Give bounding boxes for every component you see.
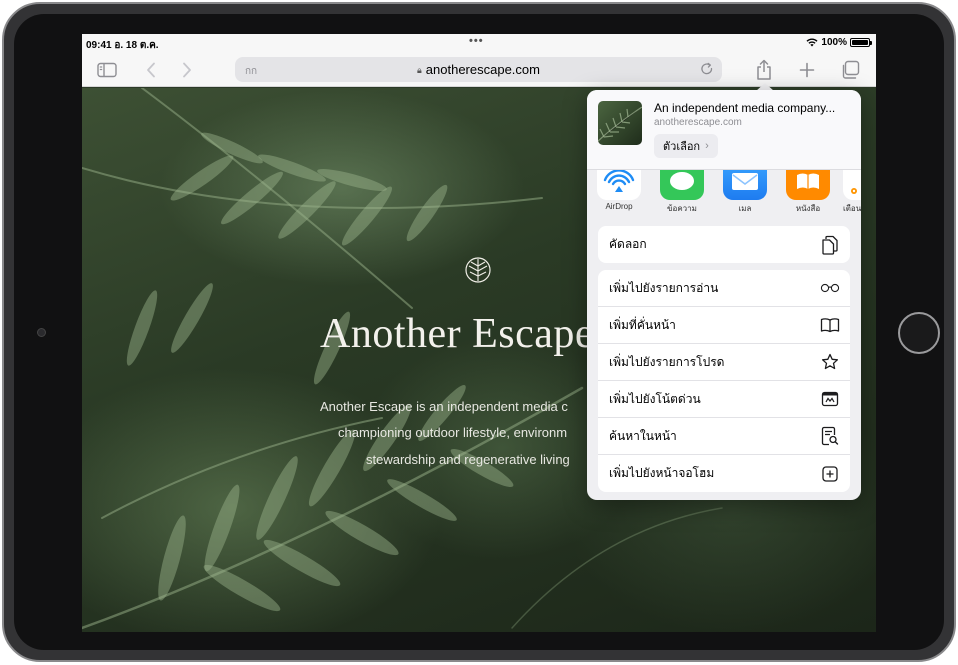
hero-title: Another Escape — [320, 311, 595, 357]
share-app-airdrop[interactable]: AirDrop — [591, 170, 647, 211]
add-to-home-screen-action[interactable]: เพิ่มไปยังหน้าจอโฮม — [598, 455, 850, 492]
hero-description-line: championing outdoor lifestyle, environm — [338, 425, 568, 440]
url-text: anotherescape.com — [425, 62, 540, 77]
options-button[interactable]: ตัวเลือก › — [654, 134, 718, 158]
copy-action[interactable]: คัดลอก — [598, 226, 850, 263]
tab-overview-icon[interactable] — [839, 59, 861, 81]
share-app-reminders[interactable]: เตือนความจำ — [843, 170, 861, 214]
share-sheet-header: An independent media company... anothere… — [587, 90, 861, 170]
page-thumbnail — [598, 101, 642, 145]
copy-group: คัดลอก — [598, 226, 850, 263]
share-icon[interactable] — [753, 59, 775, 81]
glasses-icon — [820, 278, 840, 298]
share-page-domain: anotherescape.com — [654, 117, 742, 128]
ipad-device: 09:41 อ. 18 ต.ค. ••• 100% กก 🔒︎ anothere… — [0, 0, 958, 665]
front-camera — [37, 328, 46, 337]
site-logo-icon — [465, 257, 491, 283]
forward-icon[interactable] — [176, 59, 198, 81]
share-page-title: An independent media company... — [654, 101, 836, 115]
quick-note-icon — [820, 389, 840, 409]
actions-group: เพิ่มไปยังรายการอ่าน เพิ่มที่คั่นหน้า เพ… — [598, 270, 850, 492]
share-app-mail[interactable]: เมล — [717, 170, 773, 214]
new-tab-icon[interactable] — [796, 59, 818, 81]
home-button[interactable] — [898, 312, 940, 354]
options-label: ตัวเลือก — [663, 141, 701, 153]
share-app-messages[interactable]: ข้อความ — [654, 170, 710, 214]
lock-icon: 🔒︎ — [417, 65, 422, 75]
back-icon[interactable] — [140, 59, 162, 81]
add-to-reading-list-action[interactable]: เพิ่มไปยังรายการอ่าน — [598, 270, 850, 307]
airdrop-icon — [597, 170, 641, 200]
add-to-favorites-action[interactable]: เพิ่มไปยังรายการโปรด — [598, 344, 850, 381]
add-square-icon — [820, 464, 840, 484]
share-app-books[interactable]: หนังสือ — [780, 170, 836, 214]
chevron-right-icon: › — [705, 140, 709, 152]
reload-icon[interactable] — [700, 62, 714, 81]
multitasking-dots[interactable]: ••• — [469, 35, 484, 47]
share-sheet: An independent media company... anothere… — [587, 90, 861, 500]
screen: 09:41 อ. 18 ต.ค. ••• 100% กก 🔒︎ anothere… — [82, 34, 876, 632]
battery-icon — [850, 38, 872, 47]
safari-toolbar: กก 🔒︎ anotherescape.com — [82, 52, 876, 87]
book-icon — [820, 315, 840, 335]
reminders-icon — [843, 170, 861, 200]
share-app-row: AirDrop ข้อความ เมล หนังสือ เตือน — [587, 170, 861, 214]
hero-description-line: Another Escape is an independent media c — [320, 399, 568, 414]
status-time: 09:41 อ. 18 ต.ค. — [86, 40, 159, 51]
find-in-page-icon — [820, 426, 840, 446]
find-on-page-action[interactable]: ค้นหาในหน้า — [598, 418, 850, 455]
copy-icon — [820, 235, 840, 255]
add-bookmark-action[interactable]: เพิ่มที่คั่นหน้า — [598, 307, 850, 344]
sidebar-icon[interactable] — [96, 59, 118, 81]
books-icon — [786, 170, 830, 200]
battery-percent: 100% — [821, 37, 847, 48]
status-bar: 09:41 อ. 18 ต.ค. ••• 100% — [82, 34, 876, 52]
mail-icon — [723, 170, 767, 200]
star-icon — [820, 352, 840, 372]
add-to-quick-note-action[interactable]: เพิ่มไปยังโน้ตด่วน — [598, 381, 850, 418]
wifi-icon — [806, 38, 818, 47]
messages-icon — [660, 170, 704, 200]
address-bar[interactable]: กก 🔒︎ anotherescape.com — [235, 57, 722, 82]
hero-description-line: stewardship and regenerative living — [366, 452, 570, 467]
copy-label: คัดลอก — [609, 237, 647, 251]
